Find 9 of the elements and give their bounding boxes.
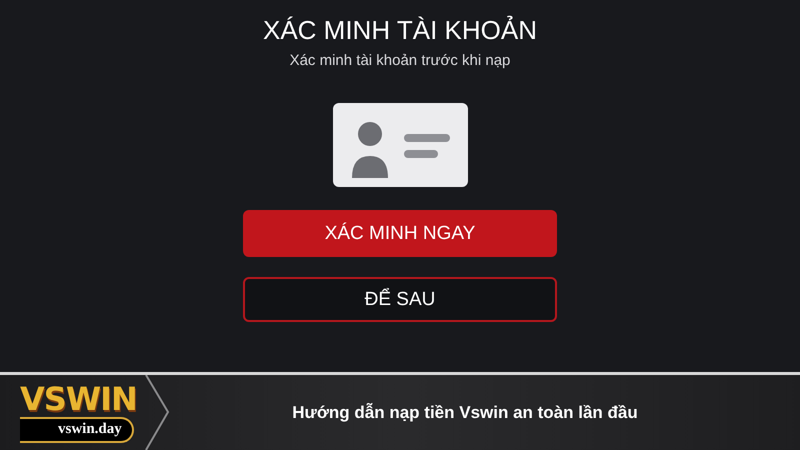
later-button[interactable]: ĐỂ SAU (243, 277, 557, 322)
chevron-icon (144, 375, 170, 450)
brand-logo: VSWIN (20, 382, 137, 414)
domain-label: vswin.day (20, 416, 134, 442)
verify-now-button[interactable]: XÁC MINH NGAY (243, 210, 557, 257)
dialog-subtitle: Xác minh tài khoản trước khi nạp (290, 52, 510, 70)
banner-caption: Hướng dẫn nạp tiền Vswin an toàn lần đầu (291, 402, 639, 422)
dialog-title: XÁC MINH TÀI KHOẢN (262, 14, 537, 46)
id-card-icon (332, 103, 468, 187)
